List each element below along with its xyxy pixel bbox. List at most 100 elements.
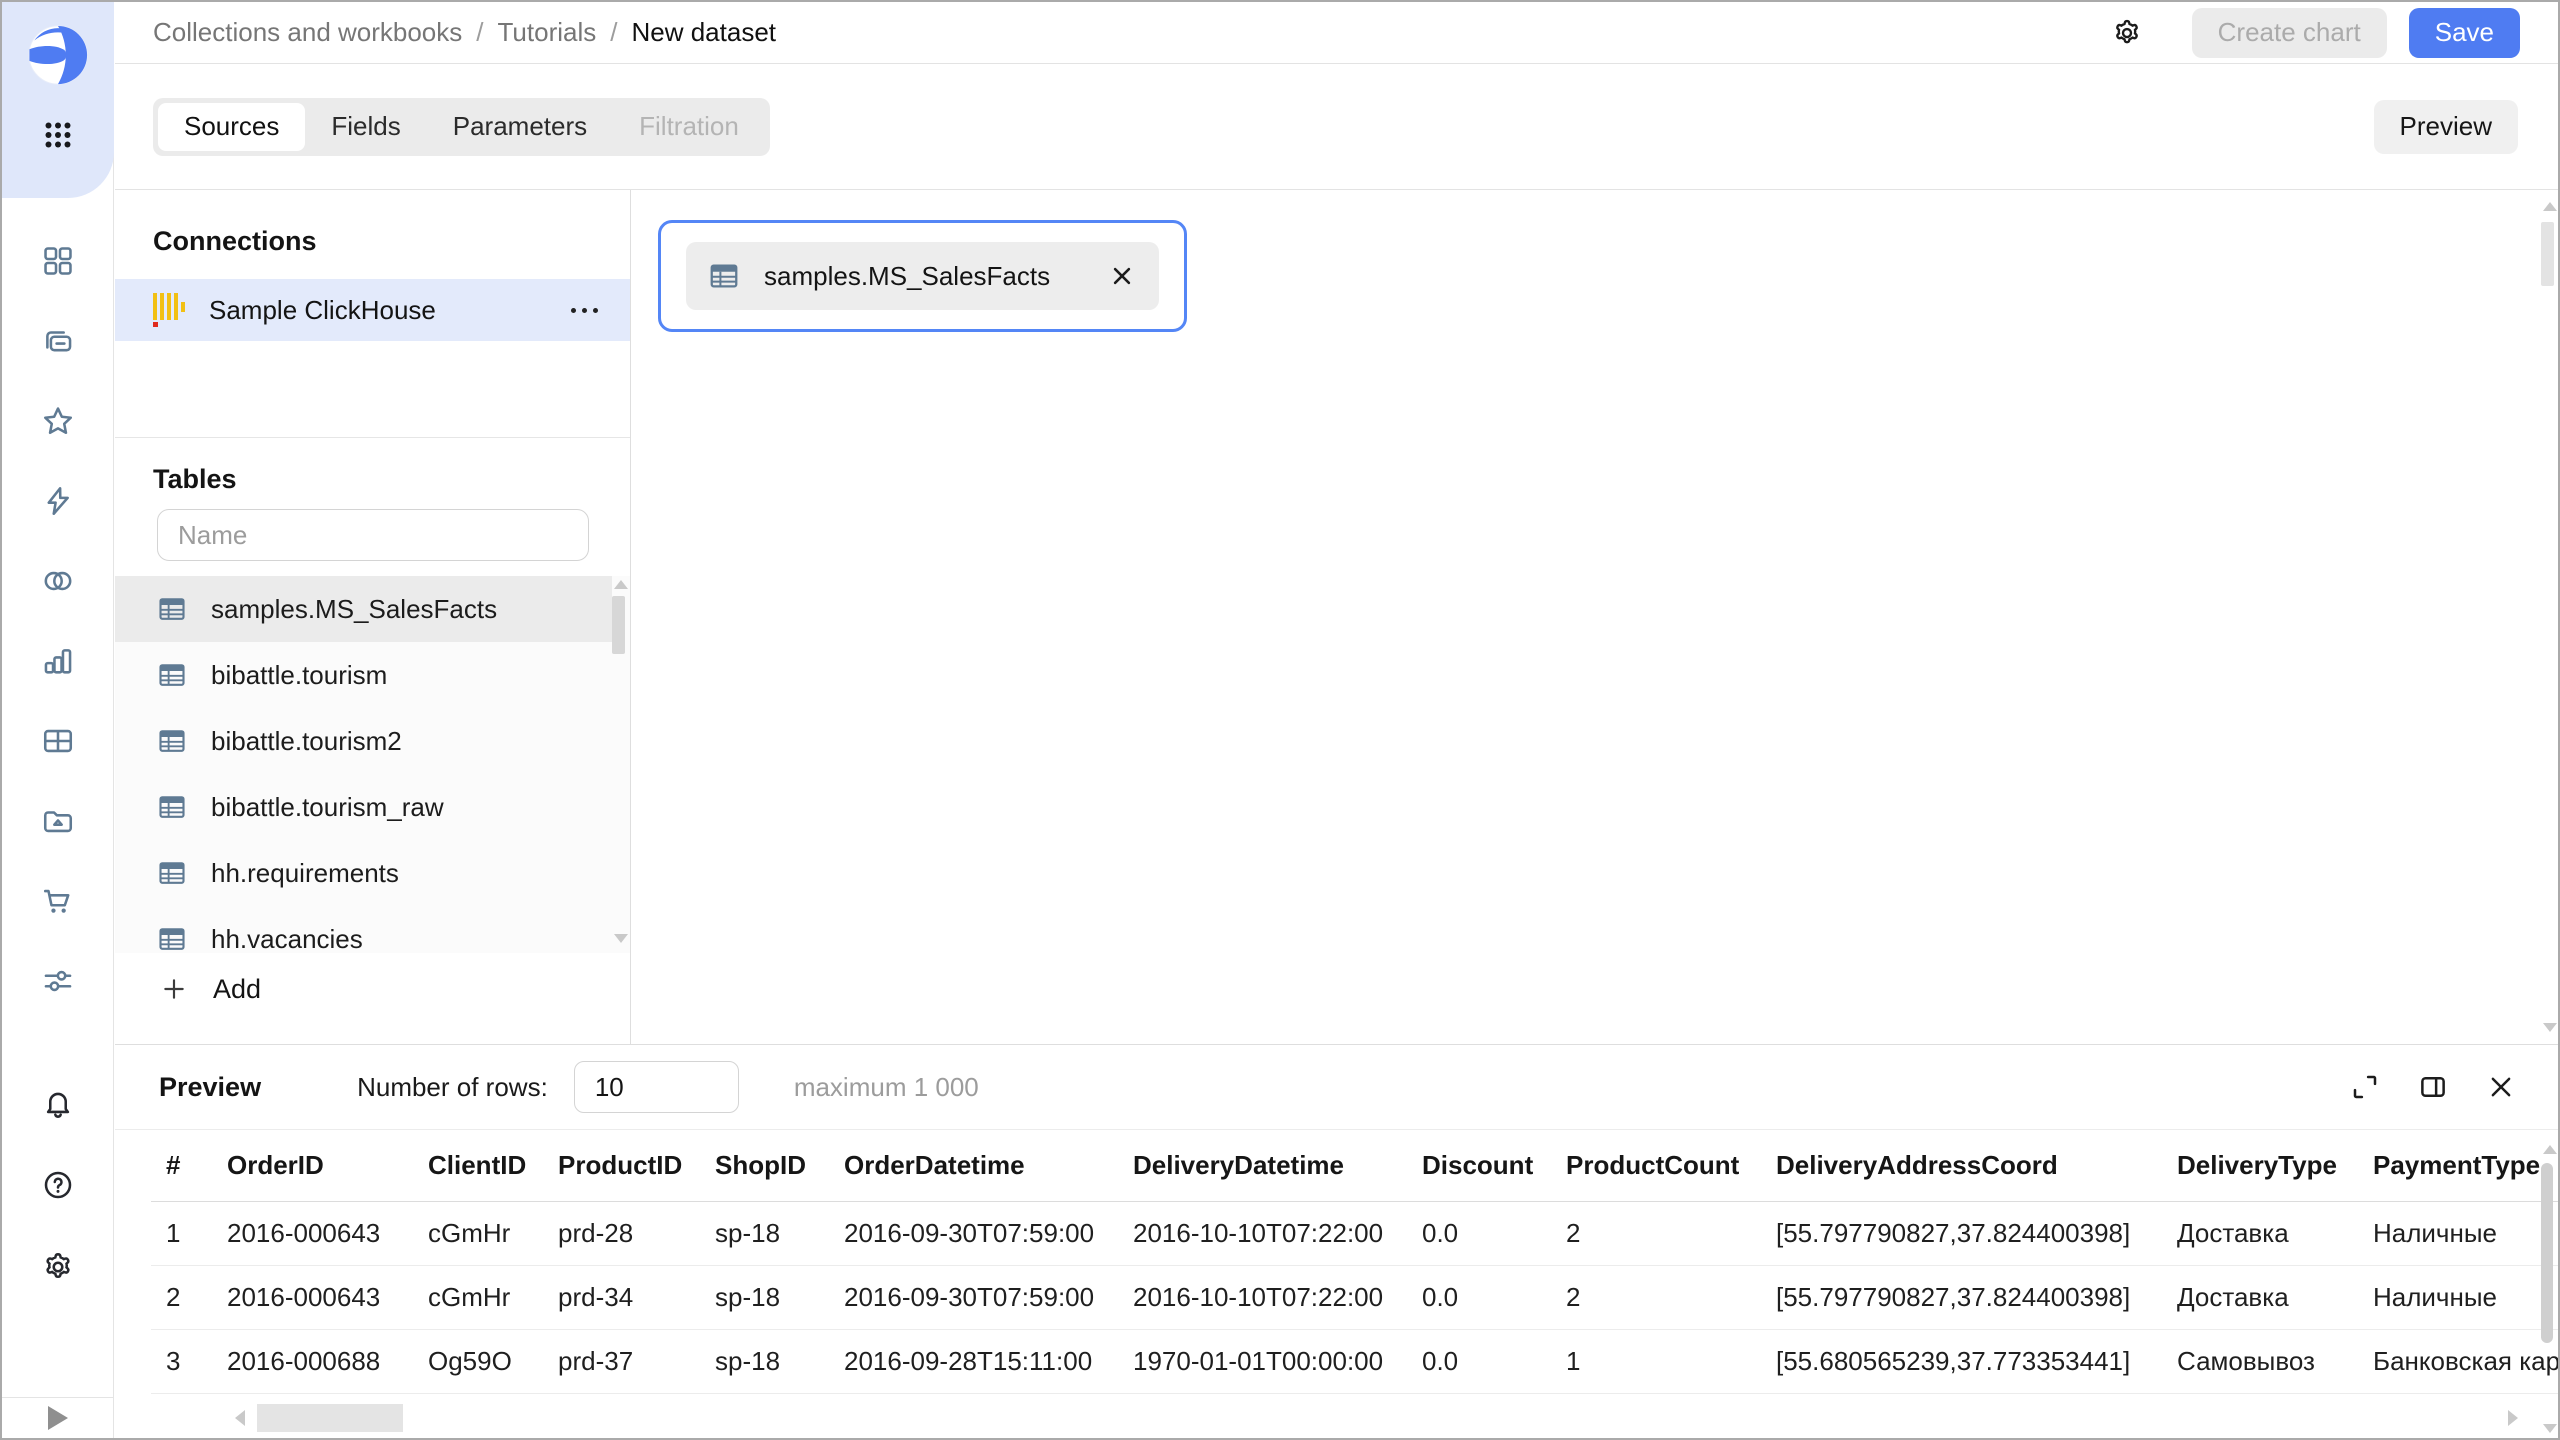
breadcrumb-separator: / bbox=[476, 17, 483, 48]
preview-cell: Доставка bbox=[2162, 1282, 2358, 1313]
preview-cell: 2016-09-30T07:59:00 bbox=[829, 1218, 1118, 1249]
breadcrumb-collections[interactable]: Collections and workbooks bbox=[153, 17, 462, 48]
settings-gear-icon[interactable] bbox=[42, 1251, 74, 1283]
services-sliders-icon[interactable] bbox=[41, 964, 75, 998]
rows-count-label: Number of rows: bbox=[357, 1072, 548, 1103]
table-list-item-hh-requirements[interactable]: hh.requirements bbox=[115, 840, 612, 906]
apps-grid-icon[interactable] bbox=[39, 116, 77, 154]
preview-cell: 2016-000643 bbox=[212, 1282, 413, 1313]
preview-col-header-: # bbox=[151, 1150, 212, 1181]
dataset-canvas[interactable]: samples.MS_SalesFacts bbox=[631, 190, 2558, 1044]
tab-parameters[interactable]: Parameters bbox=[427, 103, 613, 151]
preview-col-header-orderid: OrderID bbox=[212, 1150, 413, 1181]
scroll-down-icon[interactable] bbox=[2543, 1023, 2557, 1032]
table-list-item-bibattle-tourism-raw[interactable]: bibattle.tourism_raw bbox=[115, 774, 612, 840]
topbar: Collections and workbooks / Tutorials / … bbox=[115, 2, 2558, 64]
notifications-bell-icon[interactable] bbox=[42, 1087, 74, 1119]
scroll-up-icon[interactable] bbox=[2543, 1145, 2557, 1154]
scroll-up-icon[interactable] bbox=[2543, 202, 2557, 211]
table-item-label: samples.MS_SalesFacts bbox=[211, 594, 497, 625]
connection-item-sample-clickhouse[interactable]: Sample ClickHouse bbox=[115, 279, 630, 341]
datalens-logo-icon[interactable] bbox=[27, 24, 89, 86]
tab-fields[interactable]: Fields bbox=[305, 103, 426, 151]
connections-title: Connections bbox=[115, 226, 630, 257]
scrollbar-thumb[interactable] bbox=[2541, 222, 2554, 286]
tables-section: Tables samples.MS_SalesFactsbibattle.tou… bbox=[115, 438, 630, 1013]
create-chart-button[interactable]: Create chart bbox=[2192, 8, 2387, 58]
preview-table: #OrderIDClientIDProductIDShopIDOrderDate… bbox=[151, 1130, 2558, 1394]
charts-icon[interactable] bbox=[41, 644, 75, 678]
preview-col-header-productid: ProductID bbox=[543, 1150, 700, 1181]
help-question-icon[interactable] bbox=[42, 1169, 74, 1201]
main-area: Collections and workbooks / Tutorials / … bbox=[115, 2, 2558, 1438]
table-grid-icon bbox=[157, 792, 187, 822]
scrollbar-thumb[interactable] bbox=[257, 1404, 403, 1432]
preview-cell: Самовывоз bbox=[2162, 1346, 2358, 1377]
source-table-chip: samples.MS_SalesFacts bbox=[686, 242, 1159, 310]
table-grid-icon bbox=[157, 726, 187, 756]
workspace: Connections Sample ClickHouse Tables sam… bbox=[115, 190, 2558, 1044]
table-list-item-hh-vacancies[interactable]: hh.vacancies bbox=[115, 906, 612, 953]
remove-source-icon[interactable] bbox=[1107, 261, 1137, 291]
connection-name: Sample ClickHouse bbox=[209, 295, 436, 326]
preview-vertical-scrollbar bbox=[2540, 1137, 2556, 1437]
preview-panel: Preview Number of rows: maximum 1 000 bbox=[115, 1044, 2558, 1438]
preview-horizontal-scrollbar bbox=[235, 1404, 2518, 1432]
scroll-right-icon[interactable] bbox=[2508, 1410, 2518, 1426]
table-grid-icon bbox=[157, 924, 187, 953]
preview-cell: prd-37 bbox=[543, 1346, 700, 1377]
tab-filtration: Filtration bbox=[613, 103, 765, 151]
preview-col-header-paymenttype: PaymentType bbox=[2358, 1150, 2558, 1181]
table-search-input[interactable] bbox=[157, 509, 589, 561]
table-grid-icon bbox=[157, 594, 187, 624]
dataset-settings-gear-icon[interactable] bbox=[2112, 18, 2142, 48]
table-list-item-bibattle-tourism2[interactable]: bibattle.tourism2 bbox=[115, 708, 612, 774]
scroll-down-icon[interactable] bbox=[614, 934, 628, 943]
scroll-down-icon[interactable] bbox=[2543, 1424, 2557, 1433]
tab-sources[interactable]: Sources bbox=[158, 103, 305, 151]
preview-col-header-discount: Discount bbox=[1407, 1150, 1551, 1181]
marketplace-cart-icon[interactable] bbox=[41, 884, 75, 918]
scrollbar-thumb[interactable] bbox=[2541, 1163, 2553, 1343]
editor-bolt-icon[interactable] bbox=[41, 484, 75, 518]
connections-icon[interactable] bbox=[41, 564, 75, 598]
expand-rail-play-icon[interactable] bbox=[48, 1406, 68, 1430]
preview-header: Preview Number of rows: maximum 1 000 bbox=[115, 1045, 2558, 1130]
preview-cell: 2016-09-30T07:59:00 bbox=[829, 1282, 1118, 1313]
dashboards-icon[interactable] bbox=[41, 724, 75, 758]
split-view-icon[interactable] bbox=[2418, 1072, 2448, 1102]
connection-more-menu-icon[interactable] bbox=[569, 300, 600, 321]
rows-count-input[interactable] bbox=[574, 1061, 739, 1113]
preview-col-header-orderdatetime: OrderDatetime bbox=[829, 1150, 1118, 1181]
table-item-label: bibattle.tourism bbox=[211, 660, 387, 691]
close-preview-icon[interactable] bbox=[2486, 1072, 2516, 1102]
favorites-icon[interactable] bbox=[41, 404, 75, 438]
preview-col-header-deliveryaddresscoord: DeliveryAddressCoord bbox=[1761, 1150, 2162, 1181]
table-item-label: hh.vacancies bbox=[211, 924, 363, 954]
breadcrumb-tutorials[interactable]: Tutorials bbox=[498, 17, 597, 48]
storage-folder-icon[interactable] bbox=[41, 804, 75, 838]
preview-col-header-shopid: ShopID bbox=[700, 1150, 829, 1181]
source-table-node[interactable]: samples.MS_SalesFacts bbox=[658, 220, 1187, 332]
source-table-name: samples.MS_SalesFacts bbox=[764, 261, 1050, 292]
scroll-left-icon[interactable] bbox=[235, 1410, 245, 1426]
collections-icon[interactable] bbox=[41, 244, 75, 278]
workbooks-icon[interactable] bbox=[41, 324, 75, 358]
tables-list-rows: samples.MS_SalesFacts bibattle.tourism bib… bbox=[115, 576, 630, 953]
expand-preview-icon[interactable] bbox=[2350, 1072, 2380, 1102]
preview-cell: Og59O bbox=[413, 1346, 543, 1377]
scroll-up-icon[interactable] bbox=[614, 580, 628, 589]
add-table-button[interactable]: Add bbox=[115, 965, 630, 1013]
save-button[interactable]: Save bbox=[2409, 8, 2520, 58]
preview-col-header-clientid: ClientID bbox=[413, 1150, 543, 1181]
preview-table-row: 22016-000643cGmHrprd-34sp-182016-09-30T0… bbox=[151, 1266, 2558, 1330]
table-list-item-bibattle-tourism[interactable]: bibattle.tourism bbox=[115, 642, 612, 708]
preview-table-row: 12016-000643cGmHrprd-28sp-182016-09-30T0… bbox=[151, 1202, 2558, 1266]
dataset-editor-page: Collections and workbooks / Tutorials / … bbox=[0, 0, 2560, 1440]
scrollbar-thumb[interactable] bbox=[612, 596, 625, 654]
tabs: SourcesFieldsParametersFiltration bbox=[153, 98, 770, 156]
preview-toggle-button[interactable]: Preview bbox=[2374, 100, 2518, 154]
preview-cell: 0.0 bbox=[1407, 1346, 1551, 1377]
table-list-item-samples-ms-salesfacts[interactable]: samples.MS_SalesFacts bbox=[115, 576, 612, 642]
table-grid-icon bbox=[157, 858, 187, 888]
